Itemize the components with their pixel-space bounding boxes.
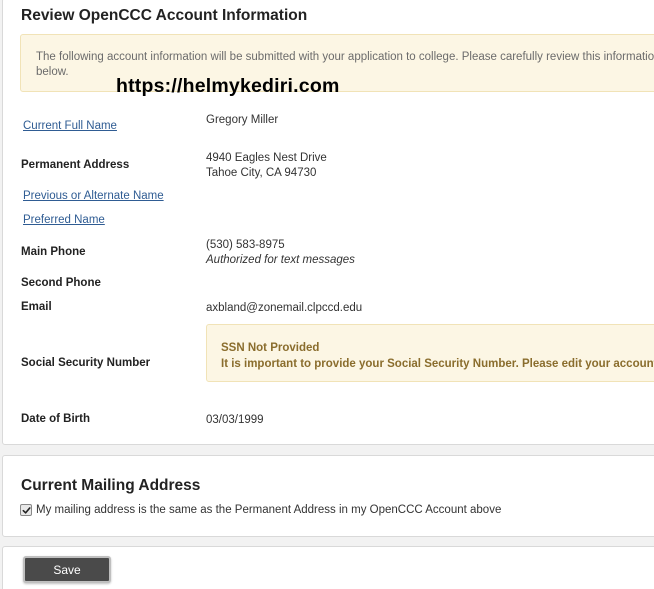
watermark-text: https://helmykediri.com <box>116 75 340 97</box>
dob-value: 03/03/1999 <box>206 414 264 426</box>
dob-label: Date of Birth <box>21 413 90 425</box>
save-button[interactable]: Save <box>23 556 111 583</box>
main-phone-text-note: Authorized for text messages <box>206 254 355 266</box>
ssn-label: Social Security Number <box>21 357 151 369</box>
same-address-label[interactable]: My mailing address is the same as the Pe… <box>36 504 501 516</box>
permanent-address-line2: Tahoe City, CA 94730 <box>206 167 317 179</box>
email-label: Email <box>21 301 52 313</box>
ssn-message: It is important to provide your Social S… <box>221 358 654 370</box>
second-phone-label: Second Phone <box>21 277 101 289</box>
same-address-row: My mailing address is the same as the Pe… <box>20 504 501 516</box>
ssn-status: SSN Not Provided <box>221 342 320 354</box>
review-section-title: Review OpenCCC Account Information <box>21 7 308 24</box>
email-value: axbland@zonemail.clpccd.edu <box>206 302 363 314</box>
page: Review OpenCCC Account Information The f… <box>0 0 654 589</box>
mailing-address-panel: Current Mailing Address My mailing addre… <box>2 455 654 537</box>
permanent-address-label: Permanent Address <box>21 159 130 171</box>
same-address-checkbox[interactable] <box>20 504 32 516</box>
permanent-address-line1: 4940 Eagles Nest Drive <box>206 152 327 164</box>
main-phone-label: Main Phone <box>21 246 86 258</box>
permanent-address-value: 4940 Eagles Nest Drive Tahoe City, CA 94… <box>206 151 327 181</box>
review-notice-line1: The following account information will b… <box>36 51 654 63</box>
main-phone-number: (530) 583-8975 <box>206 239 285 251</box>
mailing-section-title: Current Mailing Address <box>21 477 201 494</box>
previous-name-link[interactable]: Previous or Alternate Name <box>23 190 164 202</box>
checkmark-icon <box>22 506 31 514</box>
current-full-name-value: Gregory Miller <box>206 114 279 126</box>
ssn-warning-box: SSN Not Provided It is important to prov… <box>206 324 654 382</box>
preferred-name-link[interactable]: Preferred Name <box>23 214 105 226</box>
current-full-name-link[interactable]: Current Full Name <box>23 120 117 132</box>
review-account-panel: Review OpenCCC Account Information The f… <box>2 0 654 445</box>
actions-panel: Save <box>2 546 654 589</box>
main-phone-value: (530) 583-8975 Authorized for text messa… <box>206 238 355 268</box>
